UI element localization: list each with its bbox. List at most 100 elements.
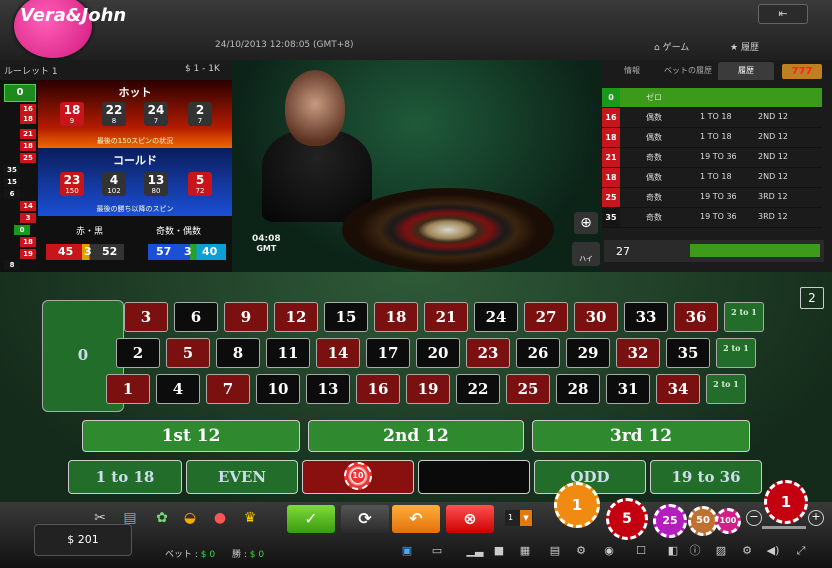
bet-2nd-12[interactable]: 2nd 12: [308, 420, 524, 452]
page-badge[interactable]: 2: [800, 287, 824, 309]
table-name: ルーレット 1: [4, 67, 58, 77]
bet-number[interactable]: 8: [216, 338, 260, 368]
view-mode-2-icon[interactable]: ▭: [428, 543, 446, 559]
bet-number[interactable]: 2: [116, 338, 160, 368]
bet-number[interactable]: 26: [516, 338, 560, 368]
tab-bet-history[interactable]: ベットの履歴: [660, 62, 716, 80]
chevron-down-icon[interactable]: ▼: [520, 510, 532, 526]
bet-3rd-12[interactable]: 3rd 12: [532, 420, 750, 452]
chips-icon[interactable]: ●: [210, 508, 230, 528]
expand-icon[interactable]: ⤢: [792, 543, 810, 559]
bet-number[interactable]: 6: [174, 302, 218, 332]
bet-number[interactable]: 18: [374, 302, 418, 332]
bet-number[interactable]: 33: [624, 302, 668, 332]
settings-icon[interactable]: ⚙: [572, 543, 590, 559]
bet-number[interactable]: 25: [506, 374, 550, 404]
save-bet-icon[interactable]: ▤: [120, 508, 140, 528]
bet-number[interactable]: 27: [524, 302, 568, 332]
bet-number[interactable]: 22: [456, 374, 500, 404]
bet-number[interactable]: 3: [124, 302, 168, 332]
bet-column[interactable]: 2 to 1: [716, 338, 756, 368]
info-icon[interactable]: ⓘ: [686, 543, 704, 559]
history-number: 18: [602, 168, 620, 187]
chip-zoom-out-button[interactable]: −: [746, 510, 762, 526]
log-icon[interactable]: ◉: [600, 543, 618, 559]
view-mode-1-icon[interactable]: ▣: [398, 543, 416, 559]
lobby-icon[interactable]: ◧: [664, 543, 682, 559]
bet-number[interactable]: 15: [324, 302, 368, 332]
bet-number[interactable]: 34: [656, 374, 700, 404]
bet-number[interactable]: 20: [416, 338, 460, 368]
picture-icon[interactable]: ▨: [712, 543, 730, 559]
floppy-icon[interactable]: ▤: [546, 543, 564, 559]
bet-number[interactable]: 5: [166, 338, 210, 368]
rebet-button[interactable]: ⟳: [341, 505, 389, 533]
nav-history[interactable]: ★ 履歴: [730, 40, 759, 53]
roulette-wheel: [342, 188, 554, 272]
chat-icon[interactable]: ☐: [632, 543, 650, 559]
bet-number[interactable]: 4: [156, 374, 200, 404]
record-icon[interactable]: ■: [490, 543, 508, 559]
tab-777[interactable]: 777: [782, 64, 822, 79]
tab-history[interactable]: 履歴: [718, 62, 774, 80]
chip-25[interactable]: 25: [653, 504, 687, 538]
bet-number[interactable]: 11: [266, 338, 310, 368]
bet-number[interactable]: 13: [306, 374, 350, 404]
chip-1[interactable]: 1: [554, 482, 600, 528]
nav-history-label: 履歴: [740, 43, 759, 53]
bet-number[interactable]: 7: [206, 374, 250, 404]
crown-icon[interactable]: ♛: [240, 508, 260, 528]
bet-1st-12[interactable]: 1st 12: [82, 420, 300, 452]
bet-number[interactable]: 16: [356, 374, 400, 404]
bet-number[interactable]: 12: [274, 302, 318, 332]
bet-number[interactable]: 35: [666, 338, 710, 368]
dealer-head: [285, 70, 345, 146]
bet-even[interactable]: EVEN: [186, 460, 298, 494]
bet-19-to-36[interactable]: 19 to 36: [650, 460, 762, 494]
bet-number[interactable]: 32: [616, 338, 660, 368]
confirm-button[interactable]: ✓: [287, 505, 335, 533]
neighbours-icon[interactable]: ◒: [180, 508, 200, 528]
fullscreen-icon[interactable]: ▦: [516, 543, 534, 559]
chip-100[interactable]: 100: [715, 508, 741, 534]
last-result: 0: [4, 84, 36, 102]
special-bet-icon[interactable]: ✿: [152, 508, 172, 528]
cold-caption: 最後の勝ち以降のスピン: [96, 205, 174, 213]
bet-column[interactable]: 2 to 1: [724, 302, 764, 332]
clear-button[interactable]: ⊗: [446, 505, 494, 533]
bet-number[interactable]: 17: [366, 338, 410, 368]
chip-5[interactable]: 5: [606, 498, 648, 540]
volume-icon[interactable]: ◀): [764, 543, 782, 559]
bet-number[interactable]: 9: [224, 302, 268, 332]
bet-number[interactable]: 29: [566, 338, 610, 368]
tab-info[interactable]: 情報: [612, 62, 652, 80]
zoom-in-button[interactable]: ⊕: [574, 212, 598, 234]
bet-number[interactable]: 21: [424, 302, 468, 332]
bet-black[interactable]: [418, 460, 530, 494]
bet-number[interactable]: 1: [106, 374, 150, 404]
undo-button[interactable]: ↶: [392, 505, 440, 533]
cold-number: 5 72: [188, 172, 212, 196]
bet-number[interactable]: 10: [256, 374, 300, 404]
bet-number[interactable]: 23: [466, 338, 510, 368]
gear-icon[interactable]: ⚙: [738, 543, 756, 559]
nav-game[interactable]: ⌂ ゲーム: [654, 40, 689, 53]
bet-column[interactable]: 2 to 1: [706, 374, 746, 404]
hi-quality-button[interactable]: ハイ: [572, 242, 600, 266]
bet-number[interactable]: 19: [406, 374, 450, 404]
bet-number[interactable]: 36: [674, 302, 718, 332]
tools-icon[interactable]: ✂: [90, 508, 110, 528]
bet-1-to-18[interactable]: 1 to 18: [68, 460, 182, 494]
selected-chip[interactable]: 1: [764, 480, 808, 524]
bet-number[interactable]: 28: [556, 374, 600, 404]
placed-chip[interactable]: 10: [344, 462, 372, 490]
chip-zoom-in-button[interactable]: +: [808, 510, 824, 526]
bet-number[interactable]: 30: [574, 302, 618, 332]
chip-50[interactable]: 50: [688, 506, 718, 536]
bet-number[interactable]: 24: [474, 302, 518, 332]
chip-zoom-slider[interactable]: [762, 526, 806, 529]
exit-button[interactable]: ⇤: [758, 4, 808, 24]
recent-result: 3: [20, 213, 36, 223]
bet-number[interactable]: 31: [606, 374, 650, 404]
bet-number[interactable]: 14: [316, 338, 360, 368]
